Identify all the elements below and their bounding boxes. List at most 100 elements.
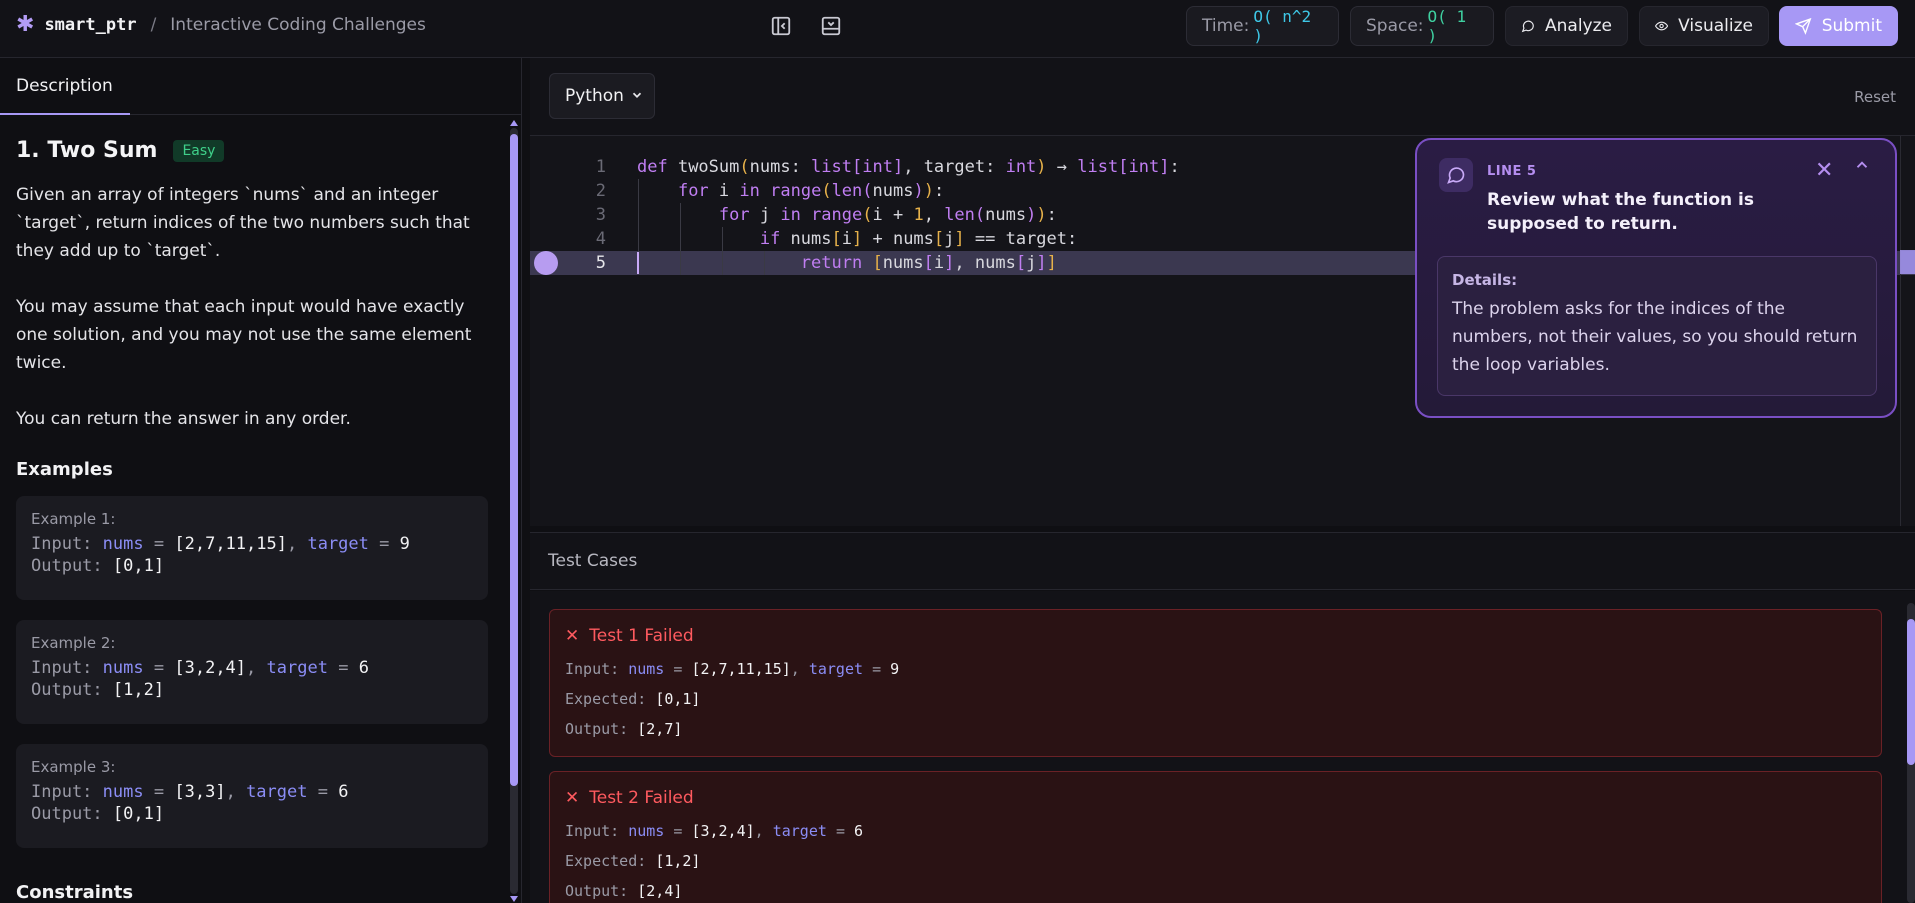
example-card: Example 1: Input: nums = [2,7,11,15], ta…	[16, 496, 488, 600]
output-value: [1,2]	[112, 680, 165, 700]
description-content[interactable]: 1. Two Sum Easy Given an array of intege…	[0, 116, 522, 903]
input-label: Input:	[31, 658, 93, 678]
var-name: nums	[628, 660, 665, 678]
equals: =	[153, 782, 165, 802]
comma: ,	[754, 822, 764, 840]
description-scrollbar[interactable]	[510, 128, 518, 894]
example-input: Input: nums = [3,2,4], target = 6	[31, 658, 473, 678]
chevron-up-icon[interactable]	[1853, 156, 1871, 177]
test-cases-heading: Test Cases	[548, 551, 638, 571]
output-label: Output:	[565, 882, 629, 900]
test-case-card: ✕ Test 1 Failed Input: nums = [2,7,11,15…	[549, 609, 1882, 757]
submit-label: Submit	[1821, 16, 1882, 36]
output-label: Output:	[565, 720, 629, 738]
input-label: Input:	[31, 782, 93, 802]
review-title: Review what the function is supposed to …	[1487, 190, 1754, 234]
toggle-sidebar-icon[interactable]	[770, 15, 792, 37]
equals: =	[379, 534, 390, 554]
analyze-button[interactable]: Analyze	[1505, 6, 1628, 46]
scroll-up-icon[interactable]	[510, 120, 518, 126]
output-value: [2,4]	[637, 882, 683, 900]
tab-description[interactable]: Description	[0, 58, 130, 115]
var-name: nums	[102, 534, 144, 554]
submit-button[interactable]: Submit	[1779, 6, 1898, 46]
expected-label: Expected:	[565, 852, 647, 870]
x-icon: ✕	[565, 626, 580, 646]
asterisk-logo-icon: ✱	[16, 12, 35, 37]
test-output: Output: [2,4]	[565, 882, 682, 900]
var-name: target	[246, 782, 308, 802]
equals: =	[835, 822, 845, 840]
equals: =	[317, 782, 328, 802]
time-value: O( n^2 )	[1253, 7, 1312, 45]
var-value: 6	[338, 782, 349, 802]
review-details: Details: The problem asks for the indice…	[1437, 256, 1877, 396]
line-number: 1	[595, 157, 606, 177]
scroll-down-icon[interactable]	[510, 896, 518, 902]
input-label: Input:	[565, 660, 620, 678]
comma: ,	[790, 660, 800, 678]
equals: =	[153, 658, 165, 678]
example-title: Example 2:	[31, 634, 116, 652]
code-text: def twoSum(nums: list[int], target: int)…	[637, 157, 1180, 177]
equals: =	[338, 658, 349, 678]
line-number: 2	[595, 181, 606, 201]
output-label: Output:	[31, 680, 103, 700]
expected-value: [0,1]	[655, 690, 701, 708]
left-tabbar: Description	[0, 58, 521, 115]
test-output: Output: [2,7]	[565, 720, 682, 738]
space-value: O( 1 )	[1427, 7, 1467, 45]
eye-icon	[1655, 21, 1669, 31]
example-title: Example 1:	[31, 510, 116, 528]
editor-scrollbar[interactable]	[1900, 136, 1901, 526]
var-value: [2,7,11,15]	[691, 660, 791, 678]
var-value: [3,2,4]	[174, 658, 247, 678]
test-cases-header: Test Cases	[530, 532, 1915, 590]
constraints-heading: Constraints	[16, 882, 134, 903]
time-complexity-badge: Time: O( n^2 )	[1186, 6, 1339, 46]
example-title: Example 3:	[31, 758, 116, 776]
test-status: ✕ Test 1 Failed	[565, 626, 694, 646]
language-select[interactable]: Python	[549, 73, 655, 119]
send-icon	[1795, 17, 1812, 35]
equals: =	[673, 822, 683, 840]
test-case-card: ✕ Test 2 Failed Input: nums = [3,2,4], t…	[549, 771, 1882, 903]
breakpoint-marker[interactable]	[534, 251, 558, 275]
reset-button[interactable]: Reset	[1854, 88, 1896, 106]
test-cases-scrollbar[interactable]	[1907, 603, 1915, 903]
var-name: target	[266, 658, 328, 678]
var-value: [2,7,11,15]	[174, 534, 287, 554]
var-name: target	[772, 822, 827, 840]
difficulty-badge: Easy	[173, 139, 225, 162]
description-panel: Description 1. Two Sum Easy Given an arr…	[0, 58, 522, 903]
test-status: ✕ Test 2 Failed	[565, 788, 694, 808]
toggle-panel-icon[interactable]	[820, 15, 842, 37]
output-value: [0,1]	[112, 556, 165, 576]
example-output: Output: [0,1]	[31, 556, 473, 576]
time-label: Time:	[1202, 16, 1250, 36]
visualize-button[interactable]: Visualize	[1639, 6, 1769, 46]
expected-value: [1,2]	[655, 852, 701, 870]
brand-name[interactable]: smart_ptr	[44, 15, 136, 35]
var-value: [3,2,4]	[691, 822, 755, 840]
scrollbar-thumb[interactable]	[510, 134, 518, 786]
input-label: Input:	[31, 534, 93, 554]
test-cases-list[interactable]: ✕ Test 1 Failed Input: nums = [2,7,11,15…	[530, 591, 1915, 903]
example-output: Output: [0,1]	[31, 804, 473, 824]
top-bar: ✱ smart_ptr / Interactive Coding Challen…	[0, 0, 1915, 58]
line-number: 5	[595, 253, 606, 273]
close-icon[interactable]: ✕	[1815, 160, 1833, 182]
analyze-label: Analyze	[1545, 16, 1612, 36]
breadcrumb-page-title: Interactive Coding Challenges	[170, 15, 426, 35]
test-input: Input: nums = [3,2,4], target = 6	[565, 822, 863, 840]
brand[interactable]: ✱ smart_ptr / Interactive Coding Challen…	[16, 14, 426, 36]
equals: =	[153, 534, 165, 554]
scrollbar-thumb[interactable]	[1907, 619, 1915, 765]
example-output: Output: [1,2]	[31, 680, 473, 700]
problem-assumption: You may assume that each input would hav…	[16, 297, 472, 373]
space-label: Space:	[1366, 16, 1424, 36]
example-input: Input: nums = [2,7,11,15], target = 9	[31, 534, 473, 554]
message-circle-icon	[1439, 158, 1473, 192]
overview-ruler-marker	[1900, 250, 1915, 274]
example-card: Example 3: Input: nums = [3,3], target =…	[16, 744, 488, 848]
